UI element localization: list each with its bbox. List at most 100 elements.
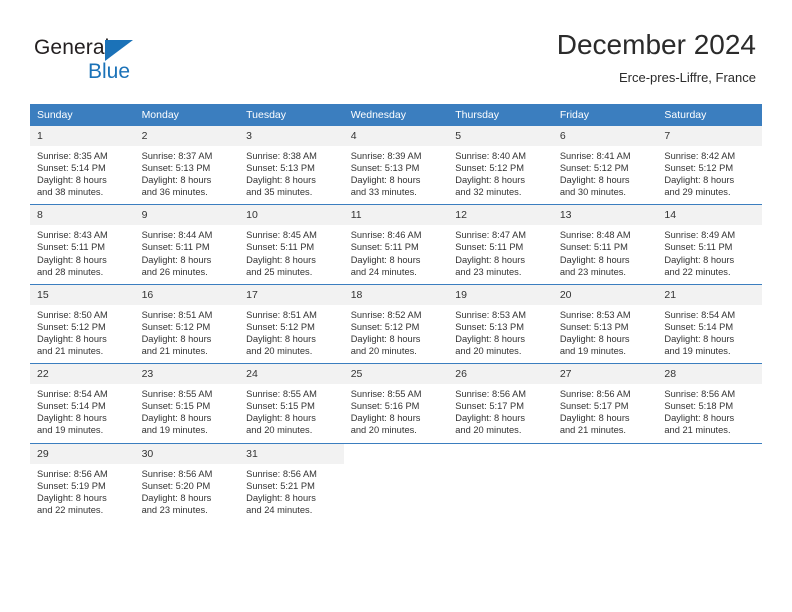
day-number: 15 <box>30 284 135 305</box>
day-details: Sunrise: 8:56 AM Sunset: 5:17 PM Dayligh… <box>553 384 658 442</box>
daylight-text-line1: Daylight: 8 hours <box>141 333 212 344</box>
day-details: Sunrise: 8:54 AM Sunset: 5:14 PM Dayligh… <box>657 305 762 363</box>
daylight-text-line1: Daylight: 8 hours <box>141 175 212 186</box>
page-subtitle: Erce-pres-Liffre, France <box>618 70 756 85</box>
day-cell[interactable]: 27 Sunrise: 8:56 AM Sunset: 5:17 PM Dayl… <box>552 363 658 443</box>
daylight-text-line1: Daylight: 8 hours <box>37 413 107 424</box>
day-cell[interactable]: 22 Sunrise: 8:54 AM Sunset: 5:14 PM Dayl… <box>30 363 135 443</box>
day-cell[interactable]: 21 Sunrise: 8:54 AM Sunset: 5:14 PM Dayl… <box>657 283 762 364</box>
day-details: Sunrise: 8:56 AM Sunset: 5:17 PM Dayligh… <box>448 384 553 442</box>
weekday-header-wednesday: Wednesday <box>343 104 449 126</box>
day-number: 3 <box>239 126 344 146</box>
day-details: Sunrise: 8:55 AM Sunset: 5:15 PM Dayligh… <box>239 384 344 442</box>
daylight-text-line1: Daylight: 8 hours <box>559 333 630 344</box>
daylight-text-line1: Daylight: 8 hours <box>664 175 735 186</box>
day-number: 10 <box>239 205 344 226</box>
day-number: 22 <box>30 364 135 385</box>
sunset-text: Sunset: 5:19 PM <box>37 480 106 491</box>
day-cell[interactable]: 18 Sunrise: 8:52 AM Sunset: 5:12 PM Dayl… <box>343 283 449 364</box>
day-cell-empty <box>552 442 658 536</box>
daylight-text-line1: Daylight: 8 hours <box>455 413 526 424</box>
calendar-week-row: 8 Sunrise: 8:43 AM Sunset: 5:11 PM Dayli… <box>30 204 762 285</box>
day-cell[interactable]: 7 Sunrise: 8:42 AM Sunset: 5:12 PM Dayli… <box>657 126 762 205</box>
day-details: Sunrise: 8:37 AM Sunset: 5:13 PM Dayligh… <box>135 146 240 204</box>
day-cell[interactable]: 8 Sunrise: 8:43 AM Sunset: 5:11 PM Dayli… <box>30 204 135 285</box>
daylight-text-line2: and 21 minutes. <box>141 346 208 357</box>
sunset-text: Sunset: 5:11 PM <box>246 242 315 253</box>
daylight-text-line1: Daylight: 8 hours <box>350 413 421 424</box>
day-cell[interactable]: 26 Sunrise: 8:56 AM Sunset: 5:17 PM Dayl… <box>448 363 553 443</box>
day-cell[interactable]: 11 Sunrise: 8:46 AM Sunset: 5:11 PM Dayl… <box>343 204 449 285</box>
sunrise-text: Sunrise: 8:54 AM <box>37 389 108 400</box>
day-cell[interactable]: 24 Sunrise: 8:55 AM Sunset: 5:15 PM Dayl… <box>239 363 344 443</box>
sunset-text: Sunset: 5:15 PM <box>141 401 211 412</box>
day-details: Sunrise: 8:46 AM Sunset: 5:11 PM Dayligh… <box>344 225 449 283</box>
day-cell[interactable]: 13 Sunrise: 8:48 AM Sunset: 5:11 PM Dayl… <box>552 204 658 285</box>
day-cell[interactable]: 2 Sunrise: 8:37 AM Sunset: 5:13 PM Dayli… <box>134 126 240 205</box>
sunrise-text: Sunrise: 8:56 AM <box>455 389 527 400</box>
sunrise-text: Sunrise: 8:55 AM <box>141 389 213 400</box>
day-details: Sunrise: 8:51 AM Sunset: 5:12 PM Dayligh… <box>135 305 240 363</box>
sunset-text: Sunset: 5:20 PM <box>141 480 211 491</box>
day-cell[interactable]: 29 Sunrise: 8:56 AM Sunset: 5:19 PM Dayl… <box>30 442 135 536</box>
daylight-text-line2: and 32 minutes. <box>455 187 522 198</box>
day-number: 30 <box>134 443 240 464</box>
day-cell[interactable]: 9 Sunrise: 8:44 AM Sunset: 5:11 PM Dayli… <box>134 204 240 285</box>
day-details: Sunrise: 8:41 AM Sunset: 5:12 PM Dayligh… <box>553 146 658 204</box>
day-cell-empty <box>448 442 553 536</box>
day-cell[interactable]: 19 Sunrise: 8:53 AM Sunset: 5:13 PM Dayl… <box>448 283 553 364</box>
sunrise-text: Sunrise: 8:39 AM <box>350 151 422 161</box>
daylight-text-line1: Daylight: 8 hours <box>37 333 107 344</box>
day-cell[interactable]: 16 Sunrise: 8:51 AM Sunset: 5:12 PM Dayl… <box>134 283 240 364</box>
day-cell[interactable]: 20 Sunrise: 8:53 AM Sunset: 5:13 PM Dayl… <box>552 283 658 364</box>
day-cell[interactable]: 30 Sunrise: 8:56 AM Sunset: 5:20 PM Dayl… <box>134 442 240 536</box>
general-blue-logo[interactable]: General Blue <box>34 36 214 92</box>
calendar-page: General Blue December 2024 Erce-pres-Lif… <box>0 0 792 612</box>
daylight-text-line2: and 19 minutes. <box>37 425 104 436</box>
sunrise-text: Sunrise: 8:38 AM <box>246 151 317 161</box>
day-cell[interactable]: 31 Sunrise: 8:56 AM Sunset: 5:21 PM Dayl… <box>239 442 344 536</box>
logo-text-general: General <box>34 36 110 59</box>
day-cell[interactable]: 23 Sunrise: 8:55 AM Sunset: 5:15 PM Dayl… <box>134 363 240 443</box>
daylight-text-line2: and 36 minutes. <box>141 187 208 198</box>
daylight-text-line1: Daylight: 8 hours <box>559 175 630 186</box>
sunset-text: Sunset: 5:11 PM <box>664 242 733 253</box>
day-cell[interactable]: 17 Sunrise: 8:51 AM Sunset: 5:12 PM Dayl… <box>239 283 344 364</box>
day-details: Sunrise: 8:38 AM Sunset: 5:13 PM Dayligh… <box>239 146 344 204</box>
day-cell[interactable]: 10 Sunrise: 8:45 AM Sunset: 5:11 PM Dayl… <box>239 204 344 285</box>
day-cell[interactable]: 15 Sunrise: 8:50 AM Sunset: 5:12 PM Dayl… <box>30 283 135 364</box>
day-cell[interactable]: 14 Sunrise: 8:49 AM Sunset: 5:11 PM Dayl… <box>657 204 762 285</box>
day-details <box>344 464 449 536</box>
daylight-text-line2: and 20 minutes. <box>350 346 417 357</box>
day-cell[interactable]: 1 Sunrise: 8:35 AM Sunset: 5:14 PM Dayli… <box>30 126 135 205</box>
daylight-text-line2: and 20 minutes. <box>246 346 313 357</box>
day-cell[interactable]: 12 Sunrise: 8:47 AM Sunset: 5:11 PM Dayl… <box>448 204 553 285</box>
daylight-text-line2: and 38 minutes. <box>37 187 104 198</box>
daylight-text-line1: Daylight: 8 hours <box>455 254 526 265</box>
day-number <box>657 444 762 464</box>
day-cell[interactable]: 6 Sunrise: 8:41 AM Sunset: 5:12 PM Dayli… <box>552 126 658 205</box>
sunset-text: Sunset: 5:11 PM <box>350 242 419 253</box>
sunrise-text: Sunrise: 8:56 AM <box>559 389 631 400</box>
weekday-header-saturday: Saturday <box>657 104 762 126</box>
sunset-text: Sunset: 5:14 PM <box>37 163 106 174</box>
day-number: 25 <box>343 364 449 385</box>
day-cell[interactable]: 5 Sunrise: 8:40 AM Sunset: 5:12 PM Dayli… <box>448 126 553 205</box>
day-cell[interactable]: 3 Sunrise: 8:38 AM Sunset: 5:13 PM Dayli… <box>239 126 344 205</box>
day-details: Sunrise: 8:44 AM Sunset: 5:11 PM Dayligh… <box>135 225 240 283</box>
day-number: 5 <box>448 126 553 146</box>
sunset-text: Sunset: 5:12 PM <box>141 321 211 332</box>
day-cell[interactable]: 25 Sunrise: 8:55 AM Sunset: 5:16 PM Dayl… <box>343 363 449 443</box>
day-number: 6 <box>552 126 658 146</box>
daylight-text-line1: Daylight: 8 hours <box>559 254 630 265</box>
sunset-text: Sunset: 5:14 PM <box>37 401 106 412</box>
day-number: 1 <box>30 126 135 146</box>
sunrise-text: Sunrise: 8:43 AM <box>37 230 108 241</box>
day-cell[interactable]: 28 Sunrise: 8:56 AM Sunset: 5:18 PM Dayl… <box>657 363 762 443</box>
day-cell[interactable]: 4 Sunrise: 8:39 AM Sunset: 5:13 PM Dayli… <box>343 126 449 205</box>
daylight-text-line1: Daylight: 8 hours <box>37 254 107 265</box>
day-number: 13 <box>552 205 658 226</box>
day-number: 12 <box>448 205 553 226</box>
daylight-text-line1: Daylight: 8 hours <box>246 175 316 186</box>
daylight-text-line2: and 21 minutes. <box>559 425 626 436</box>
